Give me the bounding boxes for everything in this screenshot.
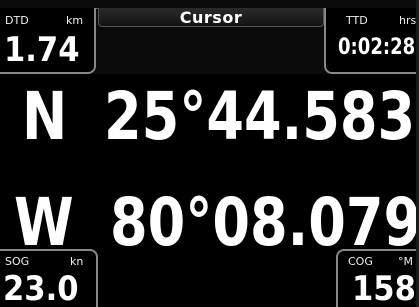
cursor-info-screen: DTD km 1.74 Cursor TTD hrs 0:02:28 N 25°… — [0, 0, 419, 307]
sog-value: 23.0 — [3, 269, 79, 307]
page-title: Cursor — [179, 8, 243, 27]
dtd-label: DTD — [5, 14, 29, 27]
title-bar: Cursor — [98, 8, 324, 27]
latitude-value: 25°44.583' — [104, 78, 419, 155]
cog-label: COG — [348, 255, 373, 268]
sog-unit: kn — [70, 255, 84, 268]
longitude-hemisphere: W — [14, 184, 74, 261]
sog-panel[interactable]: SOG kn 23.0 — [0, 249, 98, 307]
cog-unit: °M — [398, 255, 413, 268]
dtd-value: 1.74 — [4, 30, 80, 70]
ttd-unit: hrs — [399, 14, 417, 27]
ttd-panel[interactable]: TTD hrs 0:02:28 — [324, 8, 419, 74]
sog-label: SOG — [5, 255, 30, 268]
latitude-hemisphere: N — [22, 78, 68, 155]
longitude-value: 80°08.079' — [110, 184, 419, 261]
cog-value: 158 — [352, 269, 416, 307]
dtd-panel[interactable]: DTD km 1.74 — [0, 8, 96, 74]
ttd-label: TTD — [346, 14, 368, 27]
dtd-unit: km — [66, 14, 84, 27]
ttd-value: 0:02:28 — [338, 35, 416, 60]
cog-panel[interactable]: COG °M 158 — [336, 249, 419, 307]
